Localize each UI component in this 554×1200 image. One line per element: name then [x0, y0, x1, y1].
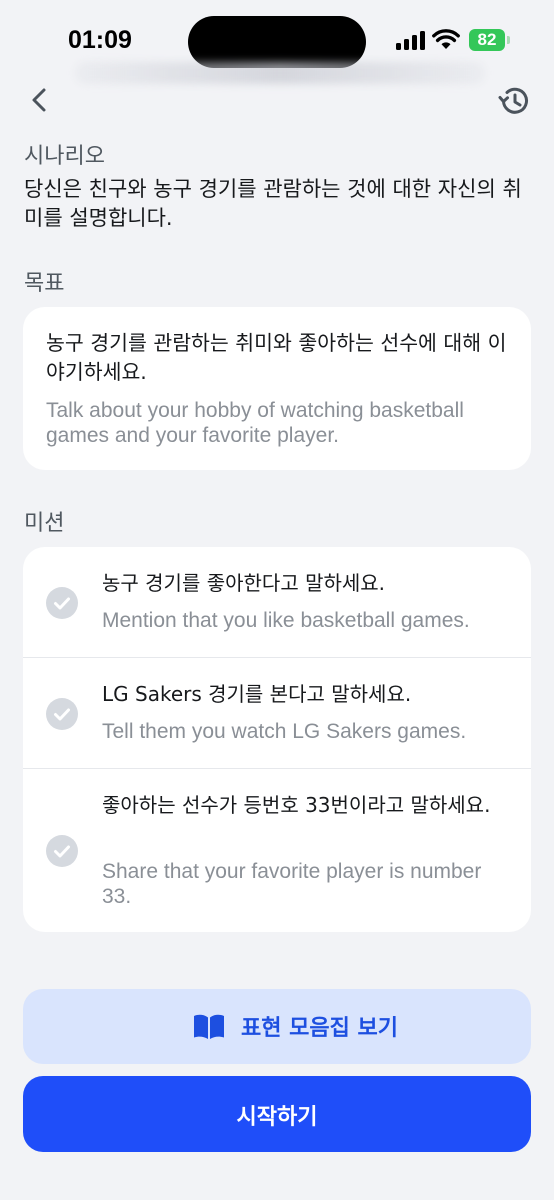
- scenario-heading: 시나리오: [24, 144, 105, 169]
- cellular-signal-icon: [396, 30, 426, 50]
- blurred-title: [75, 62, 485, 84]
- check-circle-icon: [46, 835, 78, 867]
- back-button[interactable]: [24, 84, 56, 116]
- wifi-icon: [432, 29, 460, 49]
- mission-english-text: Tell them you watch LG Sakers games.: [102, 720, 467, 743]
- mission-item: 좋아하는 선수가 등번호 33번이라고 말하세요. Share that you…: [23, 769, 531, 932]
- mission-english-text: Share that your favorite player is numbe…: [102, 860, 482, 908]
- history-icon[interactable]: [496, 83, 532, 119]
- goal-heading: 목표: [24, 271, 65, 296]
- status-time: 01:09: [68, 26, 132, 54]
- start-button[interactable]: 시작하기: [23, 1076, 531, 1152]
- check-circle-icon: [46, 698, 78, 730]
- mission-english-text: Mention that you like basketball games.: [102, 609, 470, 632]
- goal-english-text: Talk about your hobby of watching basket…: [46, 399, 464, 447]
- goal-card: 농구 경기를 관람하는 취미와 좋아하는 선수에 대해 이야기하세요. Talk…: [23, 307, 531, 470]
- check-circle-icon: [46, 587, 78, 619]
- mission-korean-text: 좋아하는 선수가 등번호 33번이라고 말하세요.: [102, 793, 491, 817]
- mission-korean-text: 농구 경기를 좋아한다고 말하세요.: [102, 571, 386, 595]
- phrase-book-button[interactable]: 표현 모음집 보기: [23, 989, 531, 1064]
- missions-heading: 미션: [24, 511, 65, 536]
- mission-item: 농구 경기를 좋아한다고 말하세요. Mention that you like…: [23, 547, 531, 658]
- mission-item: LG Sakers 경기를 본다고 말하세요. Tell them you wa…: [23, 658, 531, 769]
- battery-indicator: 82: [469, 29, 505, 51]
- phrase-book-label: 표현 모음집 보기: [241, 1016, 398, 1041]
- battery-cap: [507, 36, 510, 44]
- mission-korean-text: LG Sakers 경기를 본다고 말하세요.: [102, 682, 412, 706]
- status-bar: 01:09 82: [0, 0, 554, 84]
- goal-korean-text: 농구 경기를 관람하는 취미와 좋아하는 선수에 대해 이야기하세요.: [46, 331, 507, 384]
- dynamic-island: [188, 16, 366, 68]
- start-label: 시작하기: [236, 1105, 318, 1130]
- book-open-icon: [194, 1014, 224, 1039]
- mission-list: 농구 경기를 좋아한다고 말하세요. Mention that you like…: [23, 547, 531, 932]
- scenario-text: 당신은 친구와 농구 경기를 관람하는 것에 대한 자신의 취미를 설명합니다.: [24, 177, 522, 230]
